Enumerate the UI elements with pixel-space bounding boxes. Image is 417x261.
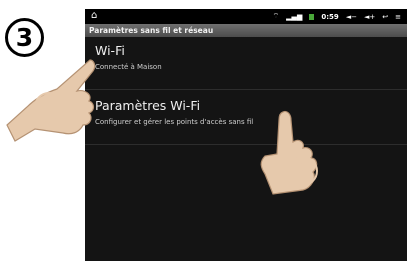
status-bar: ⌂ ⌔ ▂▄▆ 0:59 ◄− ◄+ ↩ ≡	[85, 9, 407, 24]
status-time: 0:59	[321, 12, 339, 21]
android-screen: ⌂ ⌔ ▂▄▆ 0:59 ◄− ◄+ ↩ ≡ Paramètres sans f…	[85, 9, 407, 261]
page-title: Paramètres sans fil et réseau	[85, 24, 407, 37]
volume-down-icon[interactable]: ◄−	[346, 13, 357, 21]
signal-icon: ▂▄▆	[286, 12, 303, 21]
menu-icon[interactable]: ≡	[395, 13, 401, 21]
wifi-settings-subtitle: Configurer et gérer les points d'accès s…	[95, 118, 254, 126]
list-item-wifi[interactable]: Wi-Fi Connecté à Maison	[85, 38, 407, 90]
back-icon[interactable]: ↩	[382, 13, 388, 21]
volume-up-icon[interactable]: ◄+	[364, 13, 375, 21]
callout-1: 1	[34, 92, 64, 122]
home-icon[interactable]: ⌂	[91, 10, 97, 22]
pointing-hand-icon	[260, 110, 318, 195]
status-bar-right: ⌔ ▂▄▆ 0:59 ◄− ◄+ ↩ ≡	[273, 11, 401, 22]
wifi-settings-title: Paramètres Wi-Fi	[95, 98, 201, 113]
callout-2: 2	[288, 156, 318, 186]
wifi-icon: ⌔	[272, 12, 280, 20]
battery-icon	[309, 13, 315, 20]
step-number-badge: 3	[5, 18, 44, 57]
list-item-wifi-settings[interactable]: Paramètres Wi-Fi Configurer et gérer les…	[85, 90, 407, 145]
